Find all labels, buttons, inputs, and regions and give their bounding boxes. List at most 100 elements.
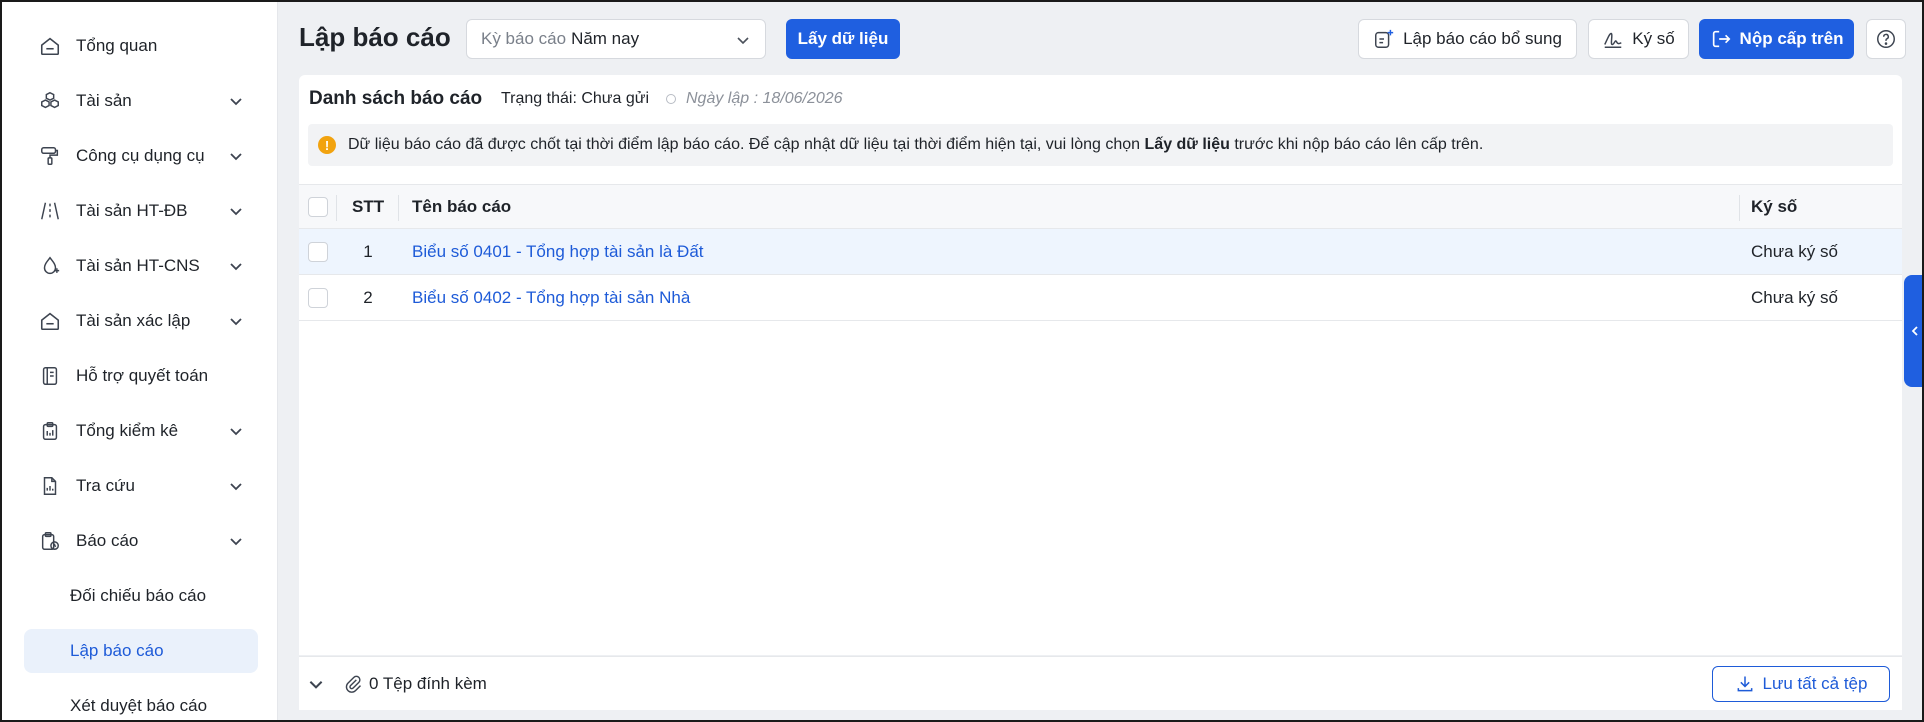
- sidebar-subitem-label: Lập báo cáo: [70, 641, 164, 660]
- chevron-down-icon: [737, 37, 749, 45]
- period-select-placeholder: Kỳ báo cáo: [481, 29, 567, 48]
- alert-text: Dữ liệu báo cáo đã được chốt tại thời đi…: [348, 136, 1483, 154]
- status-dot-icon: [666, 94, 676, 104]
- sidebar-item-tools[interactable]: Công cụ dụng cụ: [24, 134, 258, 178]
- period-select-value: Năm nay: [571, 29, 640, 48]
- status-text: Trạng thái: Chưa gửi: [501, 90, 650, 107]
- signature-status: Chưa ký số: [1751, 242, 1838, 261]
- sidebar-item-overview[interactable]: Tổng quan: [24, 24, 258, 68]
- chevron-down-icon: [230, 483, 242, 491]
- report-list-panel: Danh sách báo cáo Trạng thái: Chưa gửi N…: [299, 75, 1902, 655]
- boxes-icon: [38, 89, 62, 113]
- sidebar-item-established-assets[interactable]: Tài sản xác lập: [24, 299, 258, 343]
- alert-text-after: trước khi nộp báo cáo lên cấp trên.: [1234, 136, 1484, 153]
- save-all-files-button[interactable]: Lưu tất cả tệp: [1712, 666, 1890, 702]
- chevron-down-icon: [230, 538, 242, 546]
- chevron-left-icon: [1911, 326, 1918, 336]
- signature-status: Chưa ký số: [1751, 288, 1838, 307]
- chevron-down-icon: [230, 428, 242, 436]
- help-icon: [1877, 30, 1895, 48]
- paint-roller-icon: [38, 144, 62, 168]
- chevron-down-icon: [230, 153, 242, 161]
- table-row[interactable]: 2 Biểu số 0402 - Tổng hợp tài sản Nhà Ch…: [299, 275, 1902, 321]
- help-button[interactable]: [1866, 19, 1906, 59]
- signature-icon: [1604, 32, 1623, 48]
- column-header-report-name: Tên báo cáo: [412, 197, 512, 216]
- sidebar-item-label: Báo cáo: [76, 531, 139, 550]
- sidebar-item-inventory[interactable]: Tổng kiểm kê: [24, 409, 258, 453]
- info-alert: ! Dữ liệu báo cáo đã được chốt tại thời …: [308, 124, 1893, 166]
- sidebar-item-label: Tra cứu: [76, 476, 135, 495]
- sidebar-item-label: Tổng quan: [76, 36, 158, 55]
- row-checkbox[interactable]: [308, 288, 328, 308]
- attachment-count: 0 Tệp đính kèm: [369, 674, 487, 693]
- sidebar-item-lookup[interactable]: Tra cứu: [24, 464, 258, 508]
- home-icon: [38, 34, 62, 58]
- column-divider: [1739, 195, 1740, 221]
- report-period-select[interactable]: Kỳ báo cáo Năm nay: [466, 19, 766, 59]
- sidebar-item-label: Tài sản: [76, 91, 132, 110]
- ledger-icon: [38, 364, 62, 388]
- download-icon: [1737, 676, 1752, 692]
- sidebar-item-label: Công cụ dụng cụ: [76, 146, 205, 165]
- sidebar-subitem-label: Xét duyệt báo cáo: [70, 696, 208, 715]
- sidebar-item-settlement-support[interactable]: Hỗ trợ quyết toán: [24, 354, 258, 398]
- attachments-bar: 0 Tệp đính kèm Lưu tất cả tệp: [299, 656, 1902, 710]
- table-header: STT Tên báo cáo Ký số: [299, 184, 1902, 229]
- panel-title: Danh sách báo cáo: [309, 88, 483, 109]
- submit-to-superior-button[interactable]: Nộp cấp trên: [1699, 19, 1854, 59]
- column-header-stt: STT: [352, 197, 385, 216]
- fetch-data-button[interactable]: Lấy dữ liệu: [786, 19, 900, 59]
- chevron-down-icon: [230, 263, 242, 271]
- row-checkbox[interactable]: [308, 242, 328, 262]
- save-all-files-button-label: Lưu tất cả tệp: [1762, 674, 1868, 693]
- report-clock-icon: [38, 529, 62, 553]
- app-window: Tổng quan Tài sản Công cụ dụng cụ Tài sả…: [0, 0, 1924, 722]
- chevron-down-icon: [230, 318, 242, 326]
- sidebar-item-label: Tài sản HT-CNS: [76, 256, 200, 275]
- sidebar-item-road-assets[interactable]: Tài sản HT-ĐB: [24, 189, 258, 233]
- clipboard-icon: [38, 419, 62, 443]
- column-divider: [336, 195, 337, 221]
- report-name-link[interactable]: Biểu số 0401 - Tổng hợp tài sản là Đất: [412, 242, 704, 262]
- droplet-plus-icon: [38, 254, 62, 278]
- warning-icon: !: [318, 136, 336, 154]
- submit-arrow-icon: [1712, 30, 1730, 48]
- sidebar-item-label: Tổng kiểm kê: [76, 421, 179, 440]
- chevron-down-icon: [230, 98, 242, 106]
- sidebar-item-assets[interactable]: Tài sản: [24, 79, 258, 123]
- alert-text-bold: Lấy dữ liệu: [1144, 136, 1230, 153]
- digital-sign-button[interactable]: Ký số: [1588, 19, 1689, 59]
- road-icon: [38, 199, 62, 223]
- sidebar-subitem-review-reports[interactable]: Xét duyệt báo cáo: [24, 684, 258, 720]
- sidebar-subitem-compare-reports[interactable]: Đối chiếu báo cáo: [24, 574, 258, 618]
- inbox-icon: [38, 309, 62, 333]
- panel-collapse-tab[interactable]: [1904, 275, 1922, 387]
- row-stt: 2: [363, 288, 373, 307]
- chevron-down-icon: [230, 208, 242, 216]
- sidebar-item-water-assets[interactable]: Tài sản HT-CNS: [24, 244, 258, 288]
- alert-text-before: Dữ liệu báo cáo đã được chốt tại thời đi…: [348, 136, 1141, 153]
- add-report-icon: [1375, 29, 1394, 48]
- paperclip-icon: [345, 675, 362, 693]
- sidebar-item-label: Hỗ trợ quyết toán: [76, 366, 209, 385]
- report-name-link[interactable]: Biểu số 0402 - Tổng hợp tài sản Nhà: [412, 288, 690, 308]
- submit-to-superior-button-label: Nộp cấp trên: [1739, 29, 1844, 48]
- sidebar: Tổng quan Tài sản Công cụ dụng cụ Tài sả…: [2, 2, 278, 720]
- row-stt: 1: [363, 242, 373, 261]
- select-all-checkbox[interactable]: [308, 197, 328, 217]
- page-title: Lập báo cáo: [299, 22, 451, 52]
- sidebar-item-label: Tài sản HT-ĐB: [76, 201, 188, 220]
- sidebar-item-reports[interactable]: Báo cáo: [24, 519, 258, 563]
- fetch-data-button-label: Lấy dữ liệu: [797, 29, 889, 48]
- table-row[interactable]: 1 Biểu số 0401 - Tổng hợp tài sản là Đất…: [299, 229, 1902, 275]
- sidebar-subitem-label: Đối chiếu báo cáo: [70, 586, 207, 605]
- column-divider: [398, 195, 399, 221]
- chevron-down-icon[interactable]: [307, 675, 325, 693]
- digital-sign-button-label: Ký số: [1632, 29, 1675, 48]
- column-header-signature: Ký số: [1751, 197, 1798, 216]
- sidebar-subitem-create-report[interactable]: Lập báo cáo: [24, 629, 258, 673]
- supplement-report-button-label: Lập báo cáo bổ sung: [1403, 29, 1562, 48]
- file-chart-icon: [38, 474, 62, 498]
- supplement-report-button[interactable]: Lập báo cáo bổ sung: [1358, 19, 1577, 59]
